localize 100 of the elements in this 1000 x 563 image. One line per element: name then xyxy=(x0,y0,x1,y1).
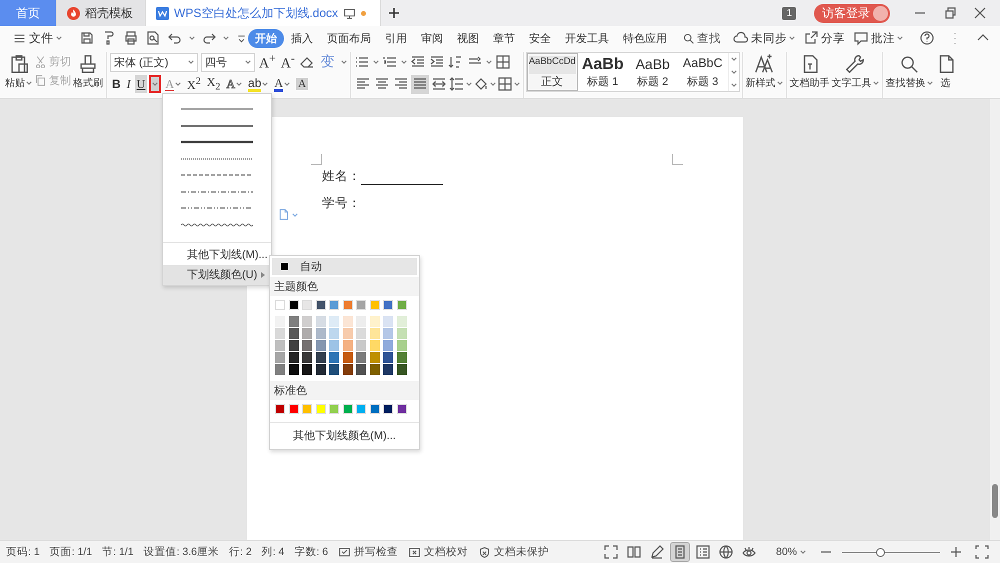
search-button[interactable]: 查找 xyxy=(674,30,729,46)
automatic-color-option[interactable]: 自动 xyxy=(272,258,417,275)
view-button[interactable] xyxy=(602,543,620,561)
zoom-slider-thumb[interactable] xyxy=(876,548,886,556)
format-painter-button[interactable]: 格式刷 xyxy=(73,52,103,91)
ribbon-tab[interactable]: 页面布局 xyxy=(320,28,378,48)
color-swatch[interactable] xyxy=(275,404,285,414)
sync-button[interactable]: 未同步 xyxy=(729,30,799,46)
caret-icon[interactable] xyxy=(730,82,737,87)
caret-icon[interactable] xyxy=(486,60,492,64)
font-size-button[interactable]: A$^{+}$ xyxy=(258,52,277,72)
share-icon[interactable] xyxy=(803,30,819,46)
wrench-icon[interactable] xyxy=(844,53,866,75)
caret-icon[interactable] xyxy=(872,81,879,85)
ribbon-tab[interactable]: 章节 xyxy=(486,28,522,48)
login-button[interactable]: 访客登录 xyxy=(814,4,890,22)
caret-icon[interactable] xyxy=(340,60,347,64)
view-button[interactable] xyxy=(670,543,689,561)
style-option[interactable]: AaBbC 标题 3 xyxy=(678,53,728,91)
color-swatch[interactable] xyxy=(302,364,312,375)
color-swatch[interactable] xyxy=(383,352,393,363)
caret-icon[interactable] xyxy=(284,82,290,86)
color-swatch[interactable] xyxy=(383,364,393,375)
proof-icon[interactable] xyxy=(408,546,422,558)
caret-icon[interactable] xyxy=(188,60,194,64)
color-swatch[interactable] xyxy=(356,328,366,339)
color-swatch[interactable] xyxy=(275,328,285,339)
color-swatch[interactable] xyxy=(370,340,380,351)
font-size-button[interactable]: A$^{-}$ xyxy=(280,52,296,72)
protect-icon[interactable] xyxy=(478,546,492,558)
color-swatch[interactable] xyxy=(370,328,380,339)
color-swatch[interactable] xyxy=(356,340,366,351)
color-swatch[interactable] xyxy=(302,300,312,310)
letters-icon[interactable] xyxy=(753,53,776,75)
ribbon-tab[interactable]: 开发工具 xyxy=(558,28,616,48)
bold-button[interactable]: B xyxy=(110,75,123,93)
search-icon[interactable] xyxy=(682,32,695,44)
view-button[interactable] xyxy=(694,543,712,561)
italic-button[interactable]: I xyxy=(124,75,133,93)
color-swatch[interactable] xyxy=(302,352,312,363)
scroll-thumb[interactable] xyxy=(992,484,998,518)
underline-dropdown-button[interactable] xyxy=(149,75,162,93)
caret-icon[interactable] xyxy=(466,82,472,86)
sort-icon[interactable] xyxy=(448,54,464,70)
ribbon-tab[interactable]: 特色应用 xyxy=(616,28,674,48)
color-swatch[interactable] xyxy=(396,328,406,339)
text-effect-button[interactable]: A xyxy=(224,75,244,93)
color-swatch[interactable] xyxy=(329,404,339,414)
tab[interactable]: 稻壳模板 xyxy=(57,0,146,26)
underline-button[interactable]: U xyxy=(134,75,148,93)
font-size-field[interactable]: 四号 xyxy=(201,52,255,72)
color-swatch[interactable] xyxy=(370,404,380,414)
color-swatch[interactable] xyxy=(342,300,352,310)
color-swatch[interactable] xyxy=(383,340,393,351)
color-swatch[interactable] xyxy=(356,352,366,363)
caret-icon[interactable] xyxy=(490,82,496,86)
character-shading-button[interactable]: A xyxy=(294,75,310,93)
color-swatch[interactable] xyxy=(383,300,393,310)
superscript-button[interactable]: X$^{2}$ xyxy=(185,75,203,93)
font-name-field[interactable]: 宋体 (正文) xyxy=(110,52,198,72)
color-swatch[interactable] xyxy=(396,316,406,327)
align-button[interactable] xyxy=(410,74,429,94)
share-button[interactable]: 分享 xyxy=(799,30,849,46)
ribbon-tab[interactable]: 视图 xyxy=(450,28,486,48)
color-swatch[interactable] xyxy=(356,316,366,327)
caret-icon[interactable] xyxy=(189,36,195,40)
color-swatch[interactable] xyxy=(370,364,380,375)
comment-button[interactable]: 批注 xyxy=(849,30,907,46)
monitor-icon[interactable] xyxy=(343,6,356,20)
caret-icon[interactable] xyxy=(175,82,182,86)
color-swatch[interactable] xyxy=(275,316,285,327)
color-swatch[interactable] xyxy=(288,364,298,375)
caret-icon[interactable] xyxy=(236,82,242,86)
window-count-badge[interactable]: 1 xyxy=(782,6,796,20)
color-swatch[interactable] xyxy=(383,404,393,414)
color-swatch[interactable] xyxy=(302,340,312,351)
color-swatch[interactable] xyxy=(329,328,339,339)
ribbon-tab[interactable]: 安全 xyxy=(522,28,558,48)
caret-icon[interactable] xyxy=(789,36,795,40)
color-swatch[interactable] xyxy=(316,328,326,339)
caret-icon[interactable] xyxy=(897,36,903,40)
color-swatch[interactable] xyxy=(370,316,380,327)
file-menu[interactable]: 文件 xyxy=(8,28,67,48)
text-tools-button[interactable]: 文字工具 xyxy=(832,52,879,91)
ribbon-tab[interactable]: 引用 xyxy=(378,28,414,48)
color-swatch[interactable] xyxy=(288,340,298,351)
line-spacing-icon[interactable] xyxy=(448,76,465,92)
fit-window-icon[interactable] xyxy=(974,544,990,560)
caret-icon[interactable] xyxy=(400,60,407,64)
find-replace-button[interactable]: 查找替换 xyxy=(886,52,933,91)
color-swatch[interactable] xyxy=(396,300,406,310)
view-button[interactable] xyxy=(716,543,735,561)
color-swatch[interactable] xyxy=(356,300,366,310)
style-option[interactable]: AaBb 标题 2 xyxy=(628,53,678,91)
color-swatch[interactable] xyxy=(288,404,298,414)
color-swatch[interactable] xyxy=(329,316,339,327)
caret-icon[interactable] xyxy=(372,60,379,64)
color-swatch[interactable] xyxy=(302,316,312,327)
protect-button[interactable]: 文档未保护 xyxy=(478,545,550,559)
menu-item[interactable]: 下划线颜色(U) xyxy=(163,264,271,284)
